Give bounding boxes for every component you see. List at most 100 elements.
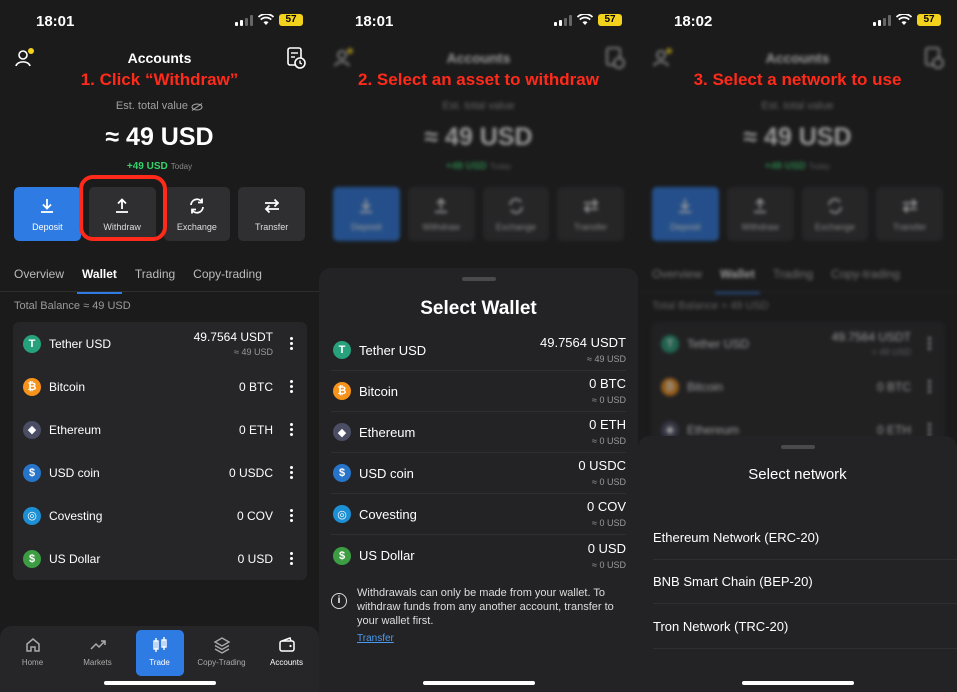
- more-options-icon[interactable]: [281, 423, 301, 436]
- tab-trading: Trading: [772, 267, 814, 281]
- withdraw-info-note: i Withdrawals can only be made from your…: [331, 586, 628, 644]
- network-option-trc20[interactable]: Tron Network (TRC-20): [653, 605, 957, 649]
- network-option-erc20[interactable]: Ethereum Network (ERC-20): [653, 516, 957, 560]
- status-bar: 18:01 57: [319, 0, 638, 44]
- wallet-row-usd[interactable]: $ US Dollar 0 USD: [13, 537, 307, 580]
- wallet-row-usdt: T Tether USD 49.7564 USDT ≈ 49 USD: [651, 322, 945, 365]
- home-icon: [25, 638, 40, 652]
- screen-3-select-network: 18:02 57 Accounts Est. total value ≈ 49 …: [638, 0, 957, 692]
- sheet-title: Select network: [748, 466, 847, 483]
- ethereum-icon: ◆: [23, 420, 41, 439]
- more-options-icon: [919, 423, 939, 436]
- withdraw-highlight-ring: [79, 175, 167, 241]
- bitcoin-icon: ₿: [333, 382, 351, 400]
- tab-trading[interactable]: Trading: [135, 267, 175, 289]
- wallet-option-eth[interactable]: ◆ Ethereum 0 ETH ≈ 0 USD: [331, 412, 626, 453]
- sheet-grabber[interactable]: [461, 277, 496, 281]
- more-options-icon[interactable]: [281, 337, 301, 350]
- account-tabs: Overview Wallet Trading Copy-trading: [14, 267, 305, 294]
- total-value: ≈ 49 USD: [743, 123, 852, 151]
- wallet-row-eth[interactable]: ◆ Ethereum 0 ETH: [13, 408, 307, 451]
- step-instruction: 3. Select a network to use: [693, 70, 902, 89]
- wallet-row-btc: ₿ Bitcoin 0 BTC: [651, 365, 945, 408]
- battery-indicator: 57: [598, 14, 622, 26]
- transfer-button[interactable]: Transfer: [238, 187, 305, 241]
- eye-hidden-icon[interactable]: [191, 102, 203, 112]
- wallet-option-btc[interactable]: ₿ Bitcoin 0 BTC ≈ 0 USD: [331, 371, 626, 412]
- usdc-icon: $: [23, 463, 41, 482]
- tab-overview: Overview: [652, 267, 703, 281]
- tab-divider: [638, 291, 957, 292]
- network-option-bep20[interactable]: BNB Smart Chain (BEP-20): [653, 560, 957, 604]
- sheet-title: Select Wallet: [420, 298, 537, 319]
- status-time: 18:01: [355, 13, 394, 30]
- exchange-button: Exchange: [801, 187, 869, 241]
- deposit-button[interactable]: Deposit: [14, 187, 81, 241]
- status-time: 18:02: [674, 13, 713, 30]
- history-icon[interactable]: [285, 46, 307, 70]
- refresh-icon: [508, 198, 523, 214]
- status-bar: 18:02 57: [638, 0, 957, 44]
- more-options-icon[interactable]: [281, 509, 301, 522]
- status-bar: 18:01 57: [0, 0, 319, 44]
- sheet-grabber[interactable]: [780, 445, 815, 449]
- bitcoin-icon: ₿: [661, 377, 679, 396]
- nav-copy-trading[interactable]: Copy-Trading: [195, 630, 249, 676]
- tether-icon: T: [333, 341, 351, 359]
- dollar-icon: $: [23, 549, 41, 568]
- upload-icon: [754, 198, 767, 213]
- more-options-icon[interactable]: [281, 552, 301, 565]
- download-icon: [360, 199, 373, 213]
- withdraw-button: Withdraw: [407, 187, 475, 241]
- transfer-button: Transfer: [876, 187, 943, 241]
- signal-icon: [235, 14, 253, 26]
- tether-icon: T: [661, 334, 679, 353]
- wifi-icon: [896, 14, 912, 25]
- top-header: Accounts: [638, 44, 957, 72]
- more-options-icon: [919, 337, 939, 350]
- transfer-link[interactable]: Transfer: [357, 633, 628, 644]
- refresh-icon: [189, 198, 204, 214]
- transfer-arrows-icon: [583, 198, 598, 214]
- nav-trade[interactable]: Trade: [135, 630, 184, 676]
- info-text: Withdrawals can only be made from your w…: [357, 587, 614, 627]
- exchange-button[interactable]: Exchange: [163, 187, 231, 241]
- wallet-row-cov[interactable]: ◎ Covesting 0 COV: [13, 494, 307, 537]
- top-header: Accounts: [0, 44, 319, 72]
- more-options-icon[interactable]: [281, 466, 301, 479]
- nav-home[interactable]: Home: [6, 630, 60, 676]
- battery-indicator: 57: [279, 14, 303, 26]
- candlestick-icon: [152, 637, 167, 652]
- transfer-button: Transfer: [557, 187, 624, 241]
- trend-icon: [89, 640, 106, 650]
- nav-markets[interactable]: Markets: [71, 630, 125, 676]
- layers-icon: [213, 637, 230, 654]
- history-icon: [606, 47, 625, 69]
- step-instruction: 2. Select an asset to withdraw: [358, 70, 599, 89]
- transfer-arrows-icon: [264, 198, 279, 214]
- tab-copy-trading: Copy-trading: [831, 267, 900, 281]
- total-value: ≈ 49 USD: [105, 123, 214, 151]
- est-total-label: Est. total value: [442, 100, 515, 112]
- wallet-option-usd[interactable]: $ US Dollar 0 USD ≈ 0 USD: [331, 535, 626, 576]
- tab-copy-trading[interactable]: Copy-trading: [193, 267, 262, 289]
- wallet-row-usdt[interactable]: T Tether USD 49.7564 USDT ≈ 49 USD: [13, 322, 307, 365]
- screen-2-select-wallet: 18:01 57 Accounts Est. total value ≈ 49 …: [319, 0, 638, 692]
- covesting-icon: ◎: [333, 505, 351, 523]
- more-options-icon[interactable]: [281, 380, 301, 393]
- wallet-option-cov[interactable]: ◎ Covesting 0 COV ≈ 0 USD: [331, 494, 626, 535]
- history-icon: [925, 47, 944, 69]
- wallet-option-usdc[interactable]: $ USD coin 0 USDC ≈ 0 USD: [331, 453, 626, 494]
- wallet-row-btc[interactable]: ₿ Bitcoin 0 BTC: [13, 365, 307, 408]
- est-total-label: Est. total value: [0, 100, 319, 112]
- wallet-row-usdc[interactable]: $ USD coin 0 USDC: [13, 451, 307, 494]
- tab-wallet: Wallet: [715, 267, 760, 294]
- signal-icon: [873, 14, 891, 26]
- wallet-option-usdt[interactable]: T Tether USD 49.7564 USDT ≈ 49 USD: [331, 330, 626, 371]
- est-total-label: Est. total value: [761, 100, 834, 112]
- nav-accounts[interactable]: Accounts: [260, 630, 314, 676]
- tab-overview[interactable]: Overview: [14, 267, 64, 289]
- bitcoin-icon: ₿: [23, 377, 41, 396]
- tab-wallet[interactable]: Wallet: [77, 267, 122, 294]
- page-title: Accounts: [446, 50, 511, 66]
